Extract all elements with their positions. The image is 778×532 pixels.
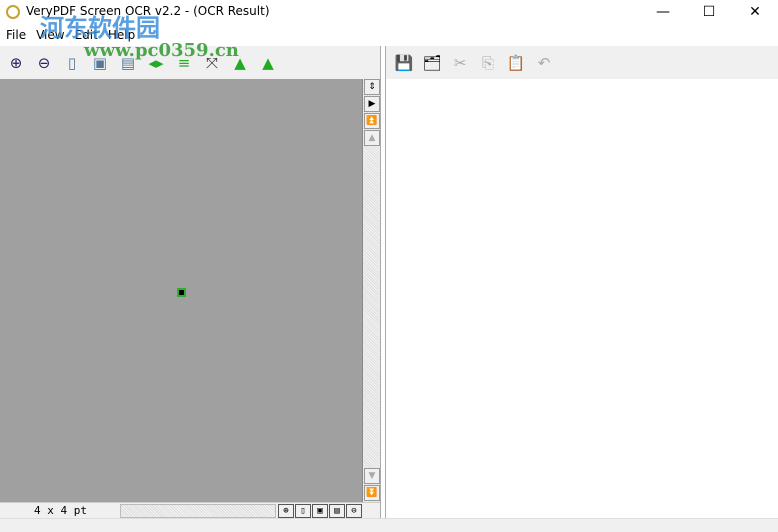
image-size: 4 x 4 pt xyxy=(34,504,87,517)
zoom-in-small-icon[interactable]: ⊕ xyxy=(278,504,294,518)
undo-icon[interactable]: ↶ xyxy=(530,50,558,76)
close-button[interactable]: ✕ xyxy=(732,0,778,24)
play-icon[interactable]: ▶ xyxy=(364,96,380,112)
rotate-right-icon[interactable]: ▲ xyxy=(254,50,282,76)
horizontal-scrollbar[interactable] xyxy=(120,504,276,518)
zoom-out-icon[interactable]: ⊖ xyxy=(30,50,58,76)
ocr-result-text[interactable] xyxy=(386,79,774,517)
page-down-icon[interactable]: ⏬ xyxy=(364,485,380,501)
split-icon[interactable]: ⇕ xyxy=(364,79,380,95)
paste-icon[interactable]: 📋 xyxy=(502,50,530,76)
save-all-icon[interactable]: 🗂 xyxy=(418,50,446,76)
width-icon[interactable]: ▤ xyxy=(329,504,345,518)
fit-icon[interactable]: ▣ xyxy=(312,504,328,518)
cut-icon[interactable]: ✂ xyxy=(446,50,474,76)
zoom-in-icon[interactable]: ⊕ xyxy=(2,50,30,76)
captured-image xyxy=(177,288,186,297)
minimize-button[interactable]: — xyxy=(640,0,686,24)
maximize-button[interactable]: ☐ xyxy=(686,0,732,24)
page-icon[interactable]: ▯ xyxy=(295,504,311,518)
watermark: 河东软件园 xyxy=(40,14,160,42)
app-icon xyxy=(6,5,20,19)
scroll-up-icon[interactable]: ▲ xyxy=(364,130,380,146)
status-bar xyxy=(0,518,778,532)
image-status-bar: 4 x 4 pt ⊕ ▯ ▣ ▤ ⊖ xyxy=(0,502,380,518)
page-up-icon[interactable]: ⏫ xyxy=(364,113,380,129)
zoom-out-small-icon[interactable]: ⊖ xyxy=(346,504,362,518)
copy-icon[interactable]: ⎘ xyxy=(474,50,502,76)
scroll-down-icon[interactable]: ▼ xyxy=(364,468,380,484)
menu-file[interactable]: File xyxy=(4,28,34,42)
text-toolbar: 💾 🗂 ✂ ⎘ 📋 ↶ xyxy=(386,46,778,79)
fit-page-icon[interactable]: ▯ xyxy=(58,50,86,76)
save-icon[interactable]: 💾 xyxy=(390,50,418,76)
watermark-url: www.pc0359.cn xyxy=(84,40,239,61)
vertical-scrollbar[interactable]: ⇕ ▶ ⏫ ▲ ▼ ⏬ xyxy=(362,79,380,502)
